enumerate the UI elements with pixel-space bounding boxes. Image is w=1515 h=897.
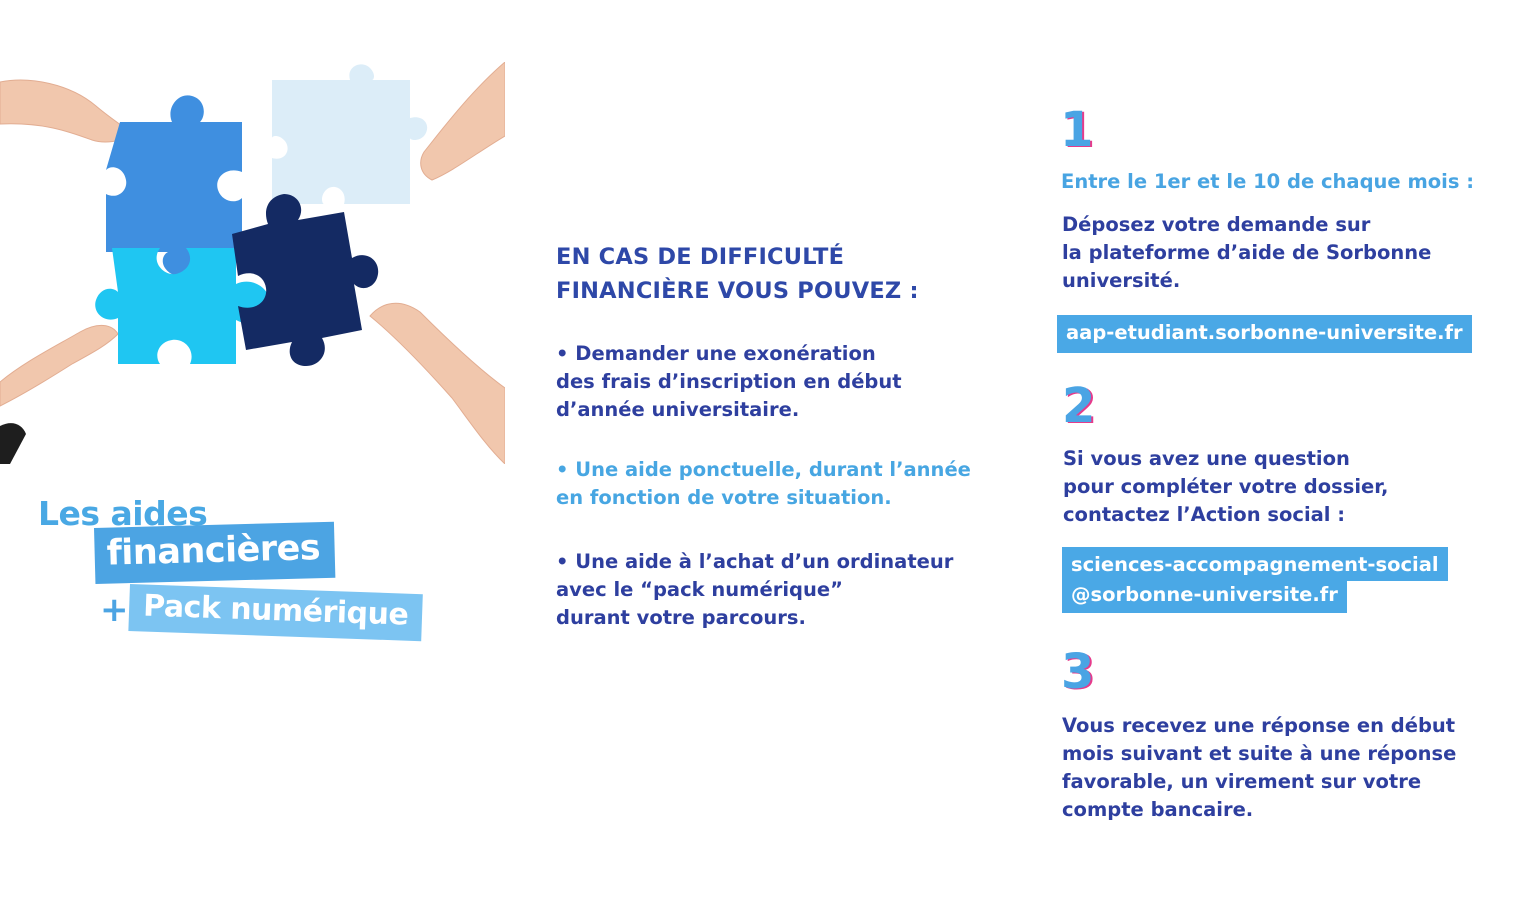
bullet-item-aide-ponctuelle: • Une aide ponctuelle, durant l’année en… <box>556 456 971 512</box>
step-1-line-1: Déposez votre demande sur <box>1062 213 1371 236</box>
step-3-line-2: mois suivant et suite à une réponse <box>1062 742 1457 765</box>
bullet-3-line-3: durant votre parcours. <box>556 606 806 629</box>
hand-mid-left <box>0 325 119 407</box>
platform-link[interactable]: aap-etudiant.sorbonne-universite.fr <box>1057 315 1472 353</box>
step-3-line-1: Vous recevez une réponse en début <box>1062 714 1456 737</box>
bullet-2-line-2: en fonction de votre situation. <box>556 486 892 509</box>
bullet-2-line-1: • Une aide ponctuelle, durant l’année <box>556 458 971 481</box>
contact-email-link-part-1[interactable]: sciences-accompagnement-social <box>1062 547 1448 581</box>
step-2-line-2: pour compléter votre dossier, <box>1063 475 1389 498</box>
bullet-item-exoneration: • Demander une exonération des frais d’i… <box>556 340 902 424</box>
hand-top-left <box>0 79 133 143</box>
bullet-3-line-1: • Une aide à l’achat d’un ordinateur <box>556 550 954 573</box>
title-line-2: financières <box>94 521 335 584</box>
title-line-3: Pack numérique <box>128 584 424 642</box>
bullet-1-line-3: d’année universitaire. <box>556 398 800 421</box>
step-3-line-3: favorable, un virement sur votre <box>1062 770 1422 793</box>
step-1-subtitle: Entre le 1er et le 10 de chaque mois : <box>1061 170 1475 193</box>
puzzle-piece-pale <box>272 64 428 204</box>
step-3-text: Vous recevez une réponse en début mois s… <box>1062 712 1482 824</box>
hand-bottom-right <box>369 302 505 464</box>
section-heading-line-2: FINANCIÈRE VOUS POUVEZ : <box>556 278 919 304</box>
step-1-text: Déposez votre demande sur la plateforme … <box>1062 211 1482 295</box>
hand-top-right <box>420 62 505 181</box>
step-1-line-2: la plateforme d’aide de Sorbonne <box>1062 241 1432 264</box>
title-plus-sign: + <box>100 590 129 630</box>
title-block: Les aides financières + Pack numérique <box>36 494 436 654</box>
step-1-line-3: université. <box>1062 269 1181 292</box>
puzzle-hands-image <box>0 62 505 464</box>
section-heading: EN CAS DE DIFFICULTÉ FINANCIÈRE VOUS POU… <box>556 240 996 308</box>
step-2-line-1: Si vous avez une question <box>1063 447 1350 470</box>
bullet-3-line-2: avec le “pack numérique” <box>556 578 843 601</box>
bullet-1-line-1: • Demander une exonération <box>556 342 876 365</box>
bullet-1-line-2: des frais d’inscription en début <box>556 370 902 393</box>
bullet-item-pack-numerique: • Une aide à l’achat d’un ordinateur ave… <box>556 548 953 632</box>
puzzle-hands-illustration <box>0 62 505 464</box>
section-heading-line-1: EN CAS DE DIFFICULTÉ <box>556 244 845 270</box>
puzzle-piece-navy <box>232 194 379 366</box>
step-2-number: 2 <box>1062 378 1096 434</box>
step-3-number: 3 <box>1061 644 1095 700</box>
step-2-text: Si vous avez une question pour compléter… <box>1063 445 1483 529</box>
difficulties-section: EN CAS DE DIFFICULTÉ FINANCIÈRE VOUS POU… <box>556 240 996 629</box>
step-2-line-3: contactez l’Action social : <box>1063 503 1346 526</box>
step-1-number: 1 <box>1060 102 1094 158</box>
infographic-page: Les aides financières + Pack numérique E… <box>0 0 1515 897</box>
sleeve <box>0 423 26 464</box>
step-3-line-4: compte bancaire. <box>1062 798 1254 821</box>
contact-email-link-part-2[interactable]: @sorbonne-universite.fr <box>1062 581 1347 613</box>
